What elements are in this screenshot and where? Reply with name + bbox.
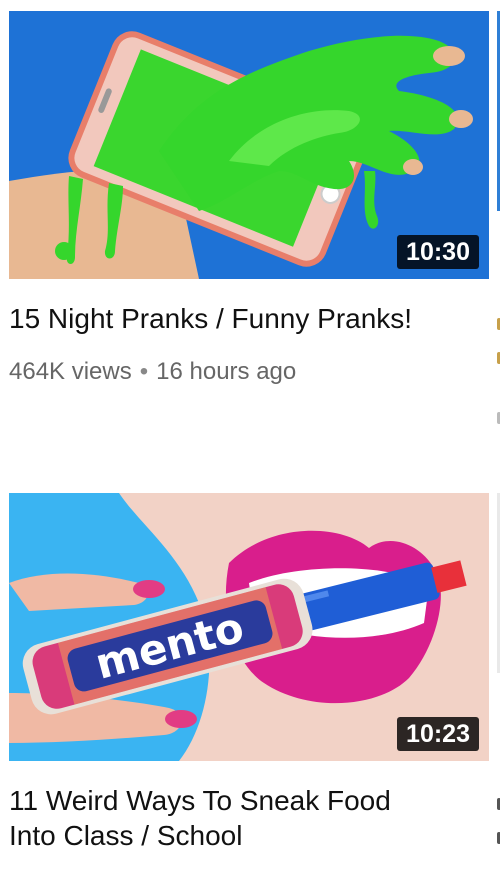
video-duration-badge: 10:23 xyxy=(397,717,479,751)
video-thumbnail[interactable]: mento 10:23 xyxy=(9,493,489,761)
video-meta: 464K views • 16 hours ago xyxy=(9,358,489,386)
video-title[interactable]: 11 Weird Ways To Sneak Food Into Class /… xyxy=(9,783,429,853)
upload-age: 16 hours ago xyxy=(156,358,297,385)
video-card[interactable]: 10:30 15 Night Pranks / Funny Pranks! 46… xyxy=(9,11,489,386)
video-duration-badge: 10:30 xyxy=(397,235,479,269)
video-feed: 10:30 15 Night Pranks / Funny Pranks! 46… xyxy=(0,0,500,876)
meta-separator: • xyxy=(139,358,149,385)
video-card[interactable]: mento 10:23 11 Weird Ways To Sneak Food … xyxy=(9,493,489,853)
video-thumbnail[interactable]: 10:30 xyxy=(9,11,489,279)
video-title[interactable]: 15 Night Pranks / Funny Pranks! xyxy=(9,301,429,336)
view-count: 464K views xyxy=(9,358,132,385)
